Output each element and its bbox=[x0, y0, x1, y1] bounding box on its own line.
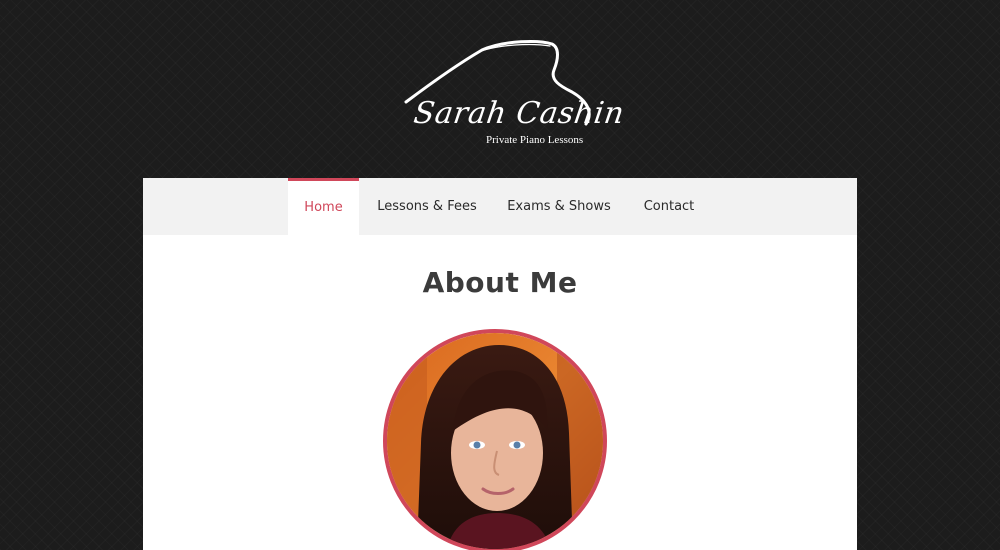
nav-item-lessons-fees[interactable]: Lessons & Fees bbox=[359, 178, 495, 235]
site-logo[interactable]: Sarah Cashin Private Piano Lessons bbox=[400, 36, 626, 156]
nav-item-home[interactable]: Home bbox=[288, 178, 359, 235]
profile-photo-image bbox=[387, 333, 603, 549]
profile-photo bbox=[383, 329, 607, 550]
page-title: About Me bbox=[422, 266, 578, 299]
nav-item-exams-shows[interactable]: Exams & Shows bbox=[495, 178, 623, 235]
main-nav: Home Lessons & Fees Exams & Shows Contac… bbox=[143, 178, 857, 235]
site-tagline: Private Piano Lessons bbox=[486, 134, 584, 146]
site-name: Sarah Cashin bbox=[411, 96, 627, 131]
nav-item-contact[interactable]: Contact bbox=[623, 178, 715, 235]
content-panel: Home Lessons & Fees Exams & Shows Contac… bbox=[143, 178, 857, 550]
